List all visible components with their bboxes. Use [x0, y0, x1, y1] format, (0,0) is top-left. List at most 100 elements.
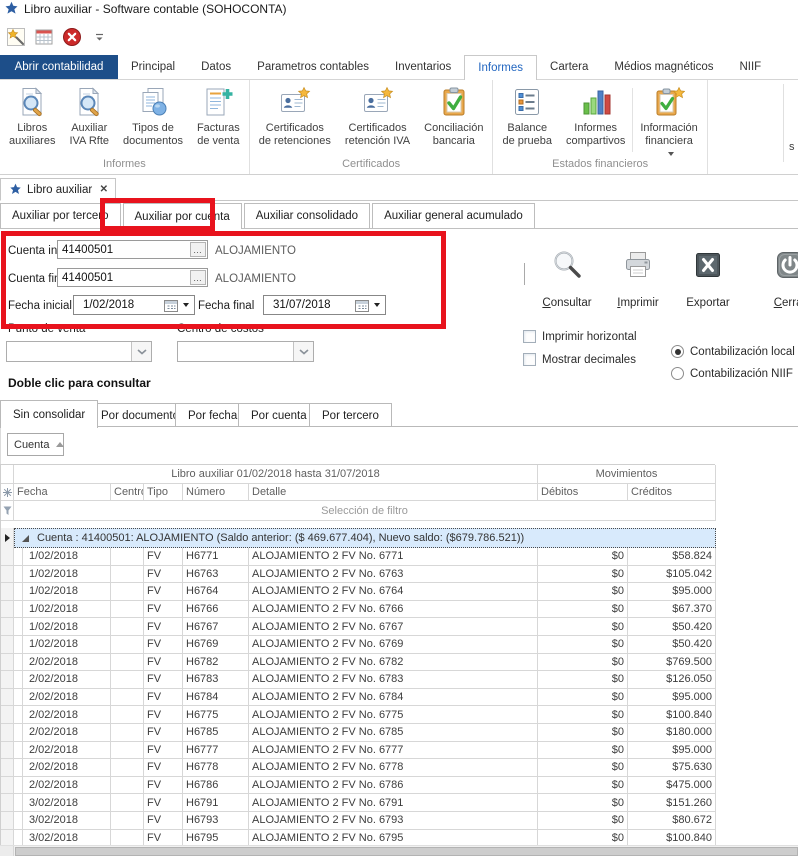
grid-group-row[interactable]: Cuenta : 41400501: ALOJAMIENTO (Saldo an…	[1, 528, 716, 548]
radio-contabilizaci-n-niif[interactable]: Contabilización NIIF	[671, 367, 793, 380]
list-colored-icon	[511, 86, 543, 118]
document-tab-bar: Libro auxiliar ✕	[0, 178, 798, 201]
column-header-fecha[interactable]: Fecha	[14, 484, 111, 500]
toolbar-options-icon[interactable]	[93, 31, 105, 43]
table-row[interactable]: 1/02/2018 FV H6769 ALOJAMIENTO 2 FV No. …	[1, 636, 716, 654]
table-row[interactable]: 2/02/2018 FV H6784 ALOJAMIENTO 2 FV No. …	[1, 689, 716, 707]
cell-detalle: ALOJAMIENTO 2 FV No. 6766	[249, 601, 538, 618]
ribbon-group: Balance de pruebaInformes compartivosInf…	[493, 80, 707, 174]
column-header-tipo[interactable]: Tipo	[144, 484, 183, 500]
column-header-d-bitos[interactable]: Débitos	[538, 484, 628, 500]
checkbox-imprimir-horizontal[interactable]: Imprimir horizontal	[523, 330, 637, 343]
result-tab-por-cuenta[interactable]: Por cuenta	[238, 403, 320, 427]
table-row[interactable]: 1/02/2018 FV H6771 ALOJAMIENTO 2 FV No. …	[1, 548, 716, 566]
punto-de-venta-value	[7, 342, 131, 361]
column-header-n-mero[interactable]: Número	[183, 484, 249, 500]
cerrar-button[interactable]: Cerrar	[757, 249, 798, 309]
table-row[interactable]: 2/02/2018 FV H6778 ALOJAMIENTO 2 FV No. …	[1, 759, 716, 777]
cell-centro	[111, 689, 144, 706]
ribbon-tab-inventarios[interactable]: Inventarios	[382, 55, 464, 79]
ribbon-tab-informes[interactable]: Informes	[464, 55, 537, 80]
close-window-button[interactable]	[61, 26, 83, 48]
cuenta-final-browse-button[interactable]: …	[190, 270, 206, 285]
magic-wand-button[interactable]	[5, 26, 27, 48]
radio-contabilizaci-n-local[interactable]: Contabilización local	[671, 345, 795, 358]
ribbon-button-conciliación-bancaria[interactable]: Conciliación bancaria	[417, 84, 490, 148]
cell-fecha: 1/02/2018	[23, 601, 111, 618]
ribbon-button-certificados-retención-iva[interactable]: Certificados retención IVA	[338, 84, 417, 148]
ribbon-button-libros-auxiliares[interactable]: Libros auxiliares	[2, 84, 62, 148]
chevron-down-icon[interactable]	[131, 342, 151, 361]
cuenta-inicial-browse-button[interactable]: …	[190, 242, 206, 257]
table-row[interactable]: 3/02/2018 FV H6793 ALOJAMIENTO 2 FV No. …	[1, 812, 716, 830]
cuenta-final-field[interactable]: 41400501 …	[57, 268, 208, 287]
ribbon-button-tipos-de-documentos[interactable]: Tipos de documentos	[116, 84, 190, 148]
table-row[interactable]: 2/02/2018 FV H6775 ALOJAMIENTO 2 FV No. …	[1, 706, 716, 724]
cell-numero: H6783	[183, 671, 249, 688]
view-tab-auxiliar-general-acumulado[interactable]: Auxiliar general acumulado	[372, 203, 535, 228]
ribbon-tab-parametros-contables[interactable]: Parametros contables	[244, 55, 382, 79]
grid-filter-row[interactable]: Selección de filtro	[1, 501, 716, 521]
ribbon-button-informes-compartivos[interactable]: Informes compartivos	[559, 84, 632, 148]
table-row[interactable]: 2/02/2018 FV H6783 ALOJAMIENTO 2 FV No. …	[1, 671, 716, 689]
column-header-centro[interactable]: Centro	[111, 484, 144, 500]
punto-de-venta-combobox[interactable]	[6, 341, 152, 362]
window-title: Libro auxiliar - Software contable (SOHO…	[24, 2, 287, 16]
table-row[interactable]: 1/02/2018 FV H6763 ALOJAMIENTO 2 FV No. …	[1, 566, 716, 584]
view-tab-auxiliar-por-cuenta[interactable]: Auxiliar por cuenta	[123, 203, 242, 229]
close-tab-icon[interactable]: ✕	[100, 184, 108, 195]
result-tab-sin-consolidar[interactable]: Sin consolidar	[0, 400, 98, 428]
ribbon-tab-m-dios-magn-ticos[interactable]: Médios magnéticos	[601, 55, 726, 79]
horizontal-scrollbar[interactable]	[0, 845, 798, 856]
cell-debitos: $0	[538, 583, 628, 600]
scrollbar-corner	[0, 846, 14, 856]
view-tab-auxiliar-por-tercero[interactable]: Auxiliar por tercero	[0, 203, 121, 228]
checkbox-label: Mostrar decimales	[542, 354, 636, 366]
table-row[interactable]: 1/02/2018 FV H6766 ALOJAMIENTO 2 FV No. …	[1, 601, 716, 619]
table-report-button[interactable]	[33, 26, 55, 48]
chevron-down-icon[interactable]	[293, 342, 313, 361]
table-row[interactable]: 2/02/2018 FV H6782 ALOJAMIENTO 2 FV No. …	[1, 654, 716, 672]
fecha-inicial-picker[interactable]: 1/02/2018	[73, 295, 195, 315]
ribbon-tab-niif[interactable]: NIIF	[726, 55, 774, 79]
ribbon-tab-abrir-contabilidad[interactable]: Abrir contabilidad	[0, 55, 118, 79]
table-row[interactable]: 2/02/2018 FV H6785 ALOJAMIENTO 2 FV No. …	[1, 724, 716, 742]
ribbon-button-balance-de-prueba[interactable]: Balance de prueba	[495, 84, 559, 148]
cell-fecha: 3/02/2018	[23, 794, 111, 811]
column-header-detalle[interactable]: Detalle	[249, 484, 538, 500]
document-tab-libro-auxiliar[interactable]: Libro auxiliar ✕	[0, 178, 116, 201]
cuenta-inicial-field[interactable]: 41400501 …	[57, 240, 208, 259]
fecha-final-picker[interactable]: 31/07/2018	[263, 295, 386, 315]
table-row[interactable]: 2/02/2018 FV H6777 ALOJAMIENTO 2 FV No. …	[1, 742, 716, 760]
cell-fecha: 2/02/2018	[23, 759, 111, 776]
table-row[interactable]: 3/02/2018 FV H6791 ALOJAMIENTO 2 FV No. …	[1, 794, 716, 812]
ribbon-tab-datos[interactable]: Datos	[188, 55, 244, 79]
exportar-button[interactable]: Exportar	[675, 249, 741, 309]
column-header-cr-ditos[interactable]: Créditos	[628, 484, 716, 500]
group-row-cell[interactable]: Cuenta : 41400501: ALOJAMIENTO (Saldo an…	[14, 528, 716, 548]
ribbon-tab-principal[interactable]: Principal	[118, 55, 188, 79]
centro-de-costos-combobox[interactable]	[177, 341, 314, 362]
cuenta-final-desc: ALOJAMIENTO	[215, 273, 296, 285]
view-tab-auxiliar-consolidado[interactable]: Auxiliar consolidado	[244, 203, 370, 228]
clipboard-check-star-icon	[653, 86, 685, 118]
group-by-cuenta-button[interactable]: Cuenta	[7, 433, 64, 456]
result-tab-por-tercero[interactable]: Por tercero	[309, 403, 392, 427]
ribbon-button-información-financiera[interactable]: Información financiera	[633, 84, 704, 148]
table-row[interactable]: 1/02/2018 FV H6764 ALOJAMIENTO 2 FV No. …	[1, 583, 716, 601]
scrollbar-thumb[interactable]	[15, 847, 798, 856]
ribbon-separator	[783, 84, 784, 162]
ribbon-button-auxiliar-iva-rfte[interactable]: Auxiliar IVA Rfte	[62, 84, 116, 148]
cell-creditos: $50.420	[628, 636, 716, 653]
ribbon-tab-cartera[interactable]: Cartera	[537, 55, 601, 79]
ribbon-button-certificados-de-retenciones[interactable]: Certificados de retenciones	[252, 84, 338, 148]
imprimir-button[interactable]: Imprimir	[605, 249, 671, 309]
checkbox-mostrar-decimales[interactable]: Mostrar decimales	[523, 353, 636, 366]
cell-centro	[111, 724, 144, 741]
expand-icon[interactable]	[22, 535, 29, 542]
cell-numero: H6763	[183, 566, 249, 583]
ribbon-button-facturas-de-venta[interactable]: Facturas de venta	[190, 84, 247, 148]
table-row[interactable]: 2/02/2018 FV H6786 ALOJAMIENTO 2 FV No. …	[1, 777, 716, 795]
table-row[interactable]: 1/02/2018 FV H6767 ALOJAMIENTO 2 FV No. …	[1, 618, 716, 636]
consultar-button[interactable]: Consultar	[534, 249, 600, 309]
